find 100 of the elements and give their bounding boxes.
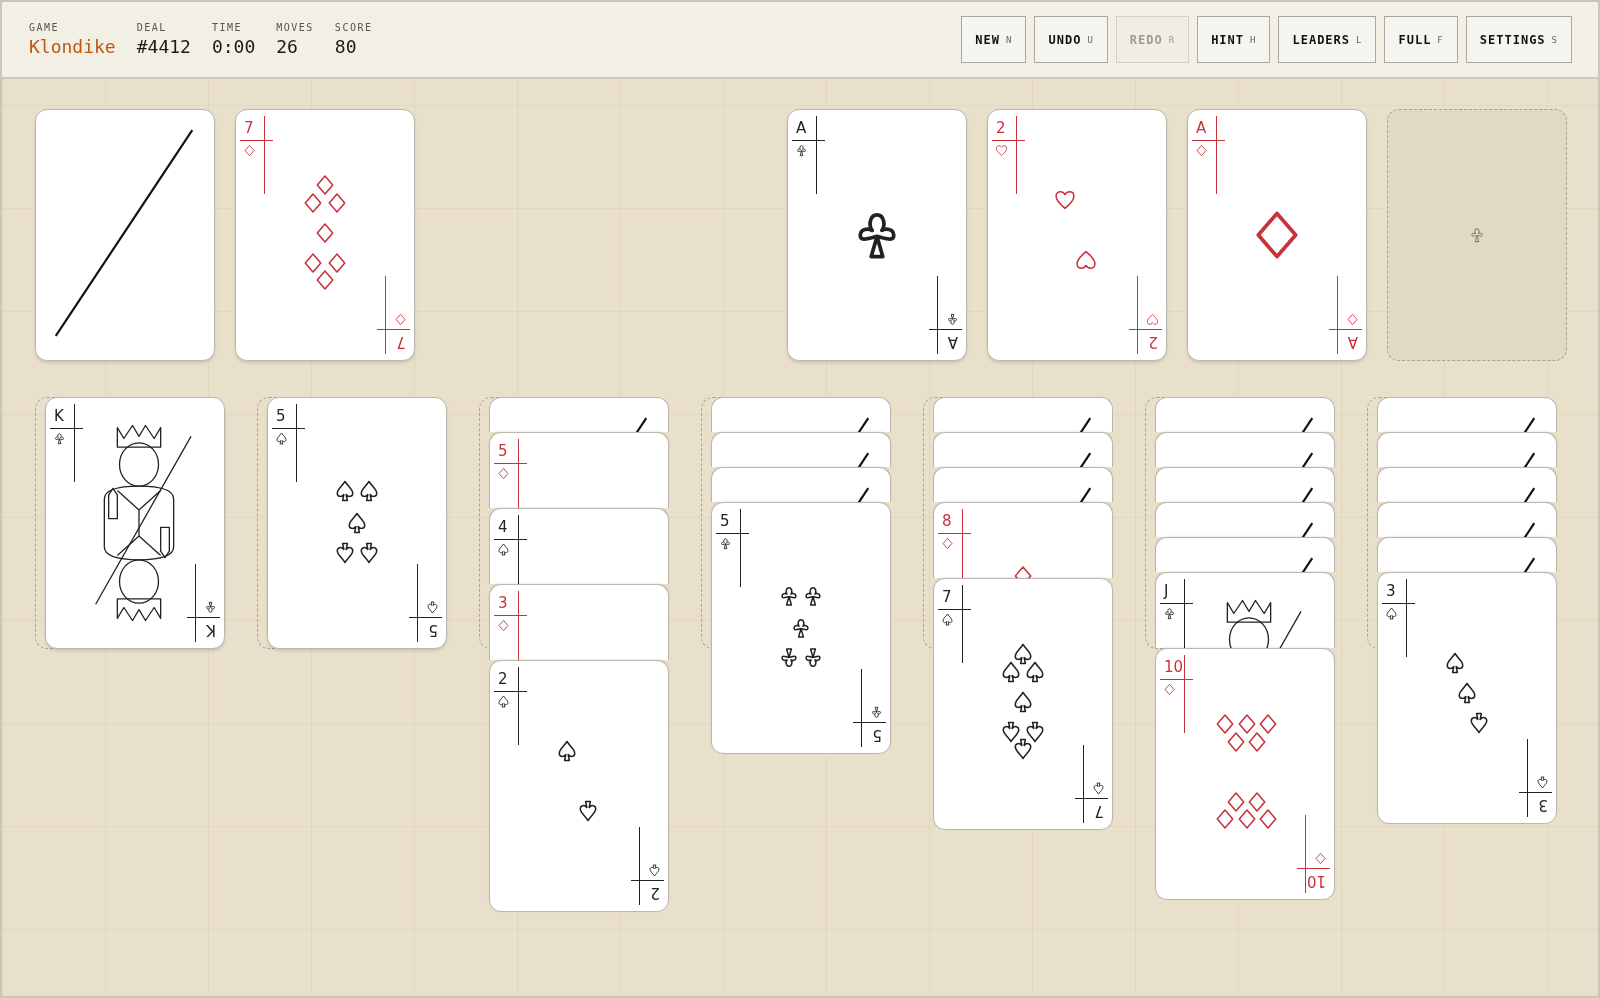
spade-icon (335, 481, 355, 500)
card-back[interactable] (1155, 467, 1335, 502)
card-rank: 7 (244, 119, 254, 137)
card-rank: 2 (498, 670, 508, 688)
diamond-icon (942, 538, 953, 549)
playing-card[interactable]: 5 5 (711, 502, 891, 754)
card-rank: 10 (1164, 658, 1184, 676)
card-back[interactable] (711, 467, 891, 502)
card-back[interactable] (1155, 432, 1335, 467)
card-back[interactable] (1155, 397, 1335, 432)
card-back[interactable] (489, 397, 669, 432)
heart-icon (1055, 190, 1075, 210)
toolbar-button[interactable]: UNDO U (1034, 16, 1108, 63)
card-rank: A (796, 119, 807, 137)
toolbar-button[interactable]: NEW N (961, 16, 1027, 63)
card-back[interactable] (1377, 432, 1557, 467)
club-icon (871, 707, 882, 718)
diamond-icon (1258, 809, 1278, 829)
card-rank: J (1164, 582, 1169, 600)
card-rank: A (1347, 333, 1358, 351)
playing-card[interactable]: 7 7 (235, 109, 415, 361)
stat-value: 0:00 (211, 36, 256, 57)
diamond-icon (315, 223, 335, 242)
card-rank: 7 (1094, 802, 1104, 820)
empty-foundation[interactable] (1387, 109, 1567, 361)
card-rank: K (206, 621, 216, 639)
card-back[interactable] (1377, 397, 1557, 432)
spade-icon (498, 696, 509, 707)
card-back[interactable] (933, 467, 1113, 502)
card-rank: 3 (1538, 796, 1548, 814)
card-rank: 7 (396, 333, 406, 351)
toolbar-button[interactable]: SETTINGS S (1465, 16, 1572, 63)
card-rank: 2 (996, 119, 1006, 137)
spade-icon (1025, 662, 1045, 681)
playing-card[interactable]: 3 (489, 584, 669, 660)
spade-icon (1025, 722, 1045, 741)
diamond-icon (303, 253, 323, 272)
stat-value: Klondike (29, 36, 116, 57)
playing-card[interactable]: 5 (489, 432, 669, 508)
diamond-icon (395, 314, 406, 325)
toolbar-button[interactable]: LEADERS L (1278, 16, 1377, 63)
card-back[interactable] (711, 432, 891, 467)
playing-card[interactable]: A A (787, 109, 967, 361)
playing-card[interactable]: 2 2 (489, 660, 669, 912)
playing-card[interactable]: K K (45, 397, 225, 649)
spade-icon (1013, 692, 1033, 711)
playing-card[interactable]: 10 10 (1155, 648, 1335, 900)
diamond-icon (1237, 809, 1257, 829)
spade-icon (649, 865, 660, 876)
club-icon (947, 314, 958, 325)
card-rank: 2 (650, 884, 660, 902)
playing-card[interactable]: 2 2 (987, 109, 1167, 361)
card-back[interactable] (1377, 467, 1557, 502)
card-back[interactable] (35, 109, 215, 361)
spade-icon (557, 741, 577, 761)
card-back[interactable] (1377, 537, 1557, 572)
playing-card[interactable]: 5 5 (267, 397, 447, 649)
playing-card[interactable]: 7 7 (933, 578, 1113, 830)
spade-icon (335, 543, 355, 563)
heart-icon (996, 145, 1007, 156)
spade-icon (427, 602, 438, 613)
spade-icon (1013, 739, 1033, 759)
card-back[interactable] (1377, 502, 1557, 537)
card-rank: 3 (498, 594, 508, 612)
card-back[interactable] (933, 432, 1113, 467)
diamond-icon (244, 145, 255, 156)
card-back[interactable] (933, 397, 1113, 432)
card-rank: 5 (276, 407, 286, 425)
spade-icon (1445, 653, 1465, 673)
card-back[interactable] (1155, 537, 1335, 572)
playing-card[interactable]: A A (1187, 109, 1367, 361)
diamond-icon (1226, 792, 1246, 811)
diamond-icon (327, 253, 347, 272)
diamond-icon (1247, 792, 1267, 811)
card-rank: 3 (1386, 582, 1396, 600)
playing-card[interactable]: 3 3 (1377, 572, 1557, 824)
toolbar-button[interactable]: HINT H (1197, 16, 1271, 63)
playing-card[interactable]: J (1155, 572, 1335, 648)
card-rank: 5 (872, 726, 882, 744)
spade-icon (578, 801, 598, 821)
heart-icon (1076, 250, 1096, 270)
spade-icon (1001, 722, 1021, 741)
club-icon (779, 648, 799, 668)
card-rank: 10 (1306, 872, 1326, 890)
club-icon (779, 586, 799, 605)
spade-icon (1001, 662, 1021, 681)
club-icon (803, 586, 823, 605)
stat-label: GAME (29, 22, 61, 33)
card-rank: 5 (498, 442, 508, 460)
spade-icon (1386, 608, 1397, 619)
diamond-icon (315, 270, 335, 290)
diamond-icon (1258, 714, 1278, 734)
card-back[interactable] (711, 397, 891, 432)
playing-card[interactable]: 4 (489, 508, 669, 584)
club-icon (205, 602, 216, 613)
toolbar-button[interactable]: FULL F (1384, 16, 1458, 63)
card-back[interactable] (1155, 502, 1335, 537)
diamond-icon (1237, 714, 1257, 734)
card-rank: 8 (942, 512, 952, 530)
playing-card[interactable]: 8 (933, 502, 1113, 578)
